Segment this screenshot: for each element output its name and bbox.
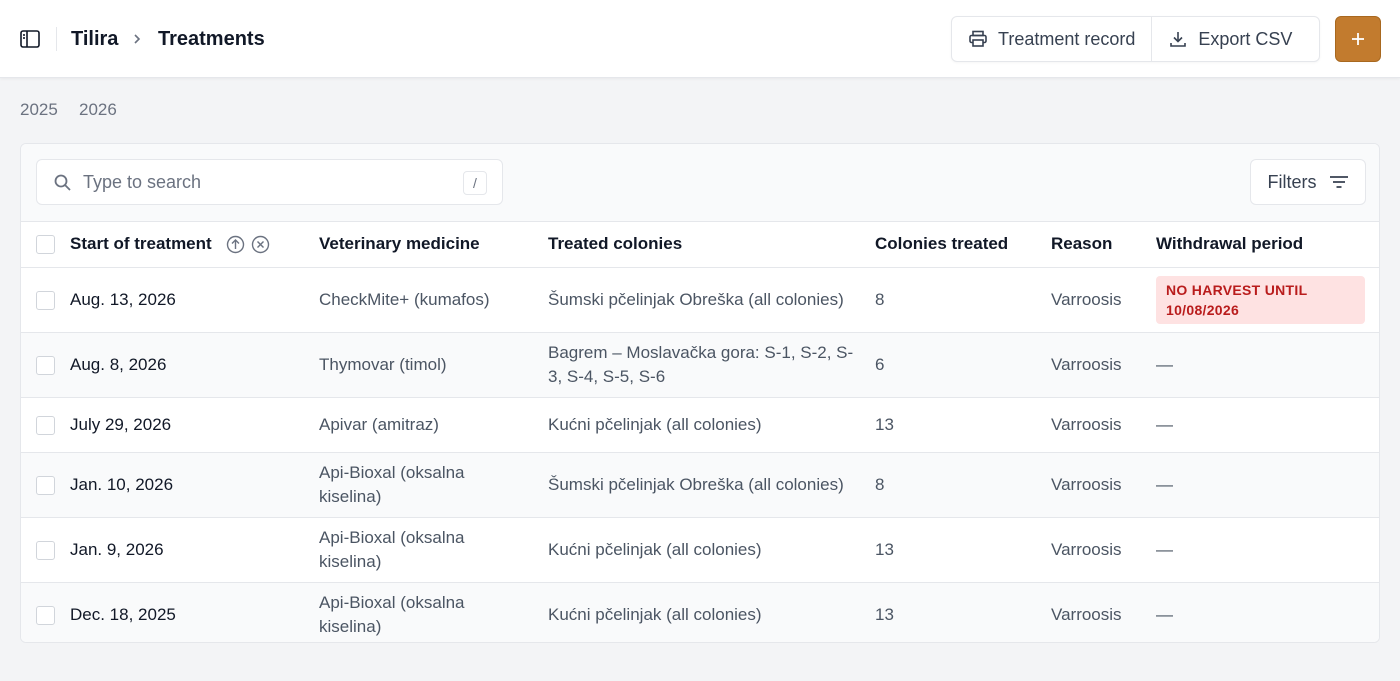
table-row[interactable]: Jan. 10, 2026 Api-Bioxal (oksalna kiseli… <box>21 452 1379 517</box>
search-box: / <box>36 159 503 205</box>
table-row[interactable]: Aug. 8, 2026 Thymovar (timol) Bagrem – M… <box>21 332 1379 397</box>
sidebar-toggle-icon[interactable] <box>18 27 42 51</box>
row-checkbox[interactable] <box>36 355 55 375</box>
cell-reason: Varroosis <box>1051 539 1122 559</box>
treatment-record-button[interactable]: Treatment record <box>952 17 1151 61</box>
year-tab-2026[interactable]: 2026 <box>79 100 117 120</box>
plus-icon <box>1352 33 1364 45</box>
cell-colonies: Kućni pčelinjak (all colonies) <box>548 414 762 434</box>
column-header-medicine: Veterinary medicine <box>319 234 480 254</box>
table-row[interactable]: Aug. 13, 2026 CheckMite+ (kumafos) Šumsk… <box>21 267 1379 332</box>
cell-colonies: Kućni pčelinjak (all colonies) <box>548 539 762 559</box>
cell-reason: Varroosis <box>1051 604 1122 624</box>
filter-lines-icon <box>1329 176 1348 188</box>
treatments-table: Start of treatment Veterinary medicine T… <box>21 222 1379 642</box>
table-row[interactable]: Jan. 9, 2026 Api-Bioxal (oksalna kiselin… <box>21 517 1379 582</box>
cell-medicine: CheckMite+ (kumafos) <box>319 289 490 309</box>
cell-medicine: Api-Bioxal (oksalna kiselina) <box>319 592 465 636</box>
cell-withdrawal: — <box>1156 354 1173 374</box>
cell-start-date: Aug. 13, 2026 <box>70 289 176 309</box>
cell-start-date: Jan. 10, 2026 <box>70 474 174 494</box>
breadcrumb-current: Treatments <box>158 28 265 50</box>
cell-start-date: July 29, 2026 <box>70 414 172 434</box>
cell-count: 8 <box>875 289 885 309</box>
cell-start-date: Dec. 18, 2025 <box>70 604 176 624</box>
search-input[interactable] <box>83 168 443 196</box>
download-icon <box>1170 32 1187 47</box>
action-button-group: Treatment record Export CSV <box>951 16 1320 62</box>
top-bar: Tilira Treatments Treatment record Expor… <box>0 0 1400 78</box>
table-header-row: Start of treatment Veterinary medicine T… <box>21 222 1379 267</box>
cell-count: 13 <box>875 604 894 624</box>
row-checkbox[interactable] <box>36 475 55 495</box>
cell-colonies: Šumski pčelinjak Obreška (all colonies) <box>548 289 844 309</box>
cell-count: 13 <box>875 539 894 559</box>
year-tab-2025[interactable]: 2025 <box>20 100 58 120</box>
column-header-colonies: Treated colonies <box>548 234 683 254</box>
cell-reason: Varroosis <box>1051 414 1122 434</box>
cell-withdrawal: — <box>1156 604 1173 624</box>
cell-withdrawal: — <box>1156 474 1173 494</box>
column-header-count: Colonies treated <box>875 234 1009 254</box>
filters-button[interactable]: Filters <box>1250 159 1366 205</box>
cell-reason: Varroosis <box>1051 474 1122 494</box>
export-csv-button[interactable]: Export CSV <box>1151 17 1308 61</box>
row-checkbox[interactable] <box>36 605 55 625</box>
filters-label: Filters <box>1267 171 1317 192</box>
cell-reason: Varroosis <box>1051 289 1122 309</box>
chevron-right-icon <box>130 30 144 48</box>
cell-medicine: Api-Bioxal (oksalna kiselina) <box>319 462 465 506</box>
row-checkbox[interactable] <box>36 415 55 435</box>
printer-icon <box>969 30 987 47</box>
search-icon <box>54 174 71 191</box>
table-toolbar: / Filters <box>21 144 1379 222</box>
column-header-start[interactable]: Start of treatment <box>70 234 212 253</box>
treatments-card: / Filters Start of treatment <box>20 143 1380 643</box>
table-row[interactable]: July 29, 2026 Apivar (amitraz) Kućni pče… <box>21 397 1379 452</box>
divider <box>56 27 57 51</box>
row-checkbox[interactable] <box>36 540 55 560</box>
cell-withdrawal: — <box>1156 414 1173 434</box>
cell-reason: Varroosis <box>1051 354 1122 374</box>
row-checkbox[interactable] <box>36 290 55 310</box>
breadcrumb-root[interactable]: Tilira <box>71 27 118 51</box>
table-row[interactable]: Dec. 18, 2025 Api-Bioxal (oksalna kiseli… <box>21 582 1379 642</box>
search-shortcut-key: / <box>463 171 487 195</box>
add-treatment-button[interactable] <box>1335 16 1381 62</box>
cell-medicine: Apivar (amitraz) <box>319 414 439 434</box>
column-header-withdrawal: Withdrawal period <box>1156 234 1304 254</box>
select-all-checkbox[interactable] <box>36 235 55 255</box>
treatment-record-label: Treatment record <box>998 28 1136 49</box>
withdrawal-alert-badge: NO HARVEST UNTIL 10/08/2026 <box>1156 275 1365 324</box>
export-csv-label: Export CSV <box>1198 28 1293 49</box>
sort-ascending-icon[interactable] <box>226 235 245 254</box>
cell-medicine: Api-Bioxal (oksalna kiselina) <box>319 527 465 571</box>
cell-medicine: Thymovar (timol) <box>319 354 447 374</box>
cell-count: 13 <box>875 414 894 434</box>
cell-start-date: Aug. 8, 2026 <box>70 354 167 374</box>
cell-count: 6 <box>875 354 885 374</box>
cell-colonies: Šumski pčelinjak Obreška (all colonies) <box>548 474 844 494</box>
column-header-reason: Reason <box>1051 234 1113 254</box>
cell-colonies: Kućni pčelinjak (all colonies) <box>548 604 762 624</box>
cell-withdrawal: — <box>1156 539 1173 559</box>
cell-colonies: Bagrem – Moslavačka gora: S-1, S-2, S-3,… <box>548 342 854 386</box>
cell-start-date: Jan. 9, 2026 <box>70 539 164 559</box>
clear-sort-icon[interactable] <box>251 235 270 254</box>
cell-count: 8 <box>875 474 885 494</box>
